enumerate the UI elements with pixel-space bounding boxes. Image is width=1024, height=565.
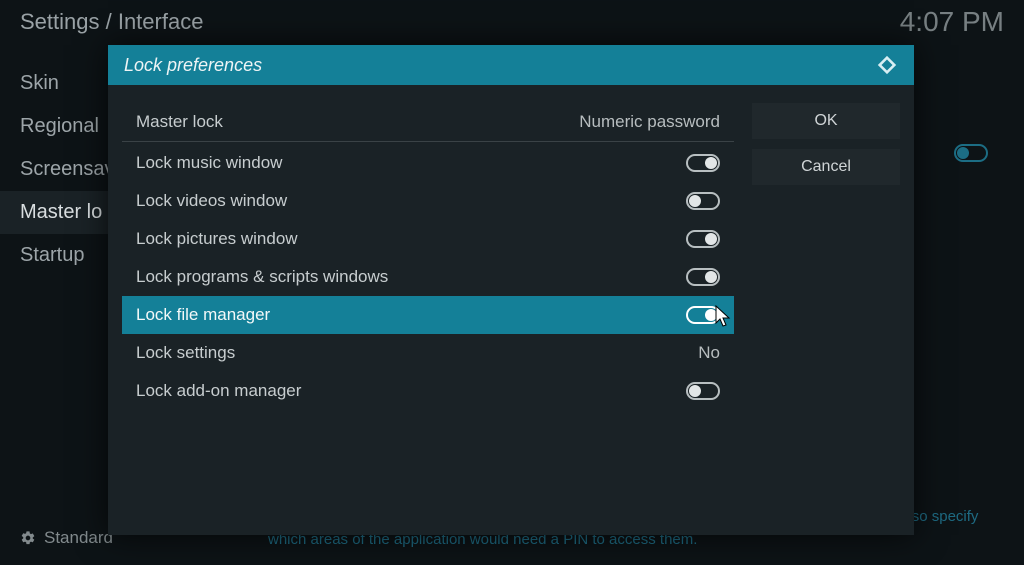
dialog-title: Lock preferences (124, 55, 262, 76)
setting-label: Lock settings (136, 343, 235, 363)
setting-lock-addon-manager[interactable]: Lock add-on manager (122, 372, 734, 410)
toggle-icon[interactable] (686, 382, 720, 400)
dialog-header: Lock preferences (108, 45, 914, 85)
setting-label: Master lock (136, 112, 223, 132)
setting-lock-videos[interactable]: Lock videos window (122, 182, 734, 220)
setting-lock-settings[interactable]: Lock settings No (122, 334, 734, 372)
settings-level-label: Standard (44, 528, 113, 548)
setting-label: Lock music window (136, 153, 282, 173)
lock-preferences-dialog: Lock preferences Master lock Numeric pas… (108, 45, 914, 535)
toggle-icon[interactable] (686, 230, 720, 248)
setting-label: Lock pictures window (136, 229, 298, 249)
setting-lock-file-manager[interactable]: Lock file manager (122, 296, 734, 334)
settings-list: Master lock Numeric password Lock music … (122, 103, 734, 521)
setting-value: Numeric password (579, 112, 720, 132)
toggle-icon[interactable] (686, 192, 720, 210)
setting-lock-programs[interactable]: Lock programs & scripts windows (122, 258, 734, 296)
setting-label: Lock file manager (136, 305, 270, 325)
setting-label: Lock videos window (136, 191, 287, 211)
kodi-logo-icon (876, 54, 898, 76)
setting-lock-pictures[interactable]: Lock pictures window (122, 220, 734, 258)
toggle-icon[interactable] (686, 268, 720, 286)
setting-master-lock[interactable]: Master lock Numeric password (122, 103, 734, 142)
setting-label: Lock programs & scripts windows (136, 267, 388, 287)
clock: 4:07 PM (900, 6, 1004, 38)
settings-level[interactable]: Standard (20, 528, 113, 548)
setting-value: No (698, 343, 720, 363)
setting-label: Lock add-on manager (136, 381, 301, 401)
breadcrumb: Settings / Interface (20, 9, 203, 35)
ok-button[interactable]: OK (752, 103, 900, 139)
background-toggle (954, 144, 988, 162)
cancel-button[interactable]: Cancel (752, 149, 900, 185)
setting-lock-music[interactable]: Lock music window (122, 144, 734, 182)
toggle-icon[interactable] (686, 154, 720, 172)
toggle-icon[interactable] (686, 306, 720, 324)
gear-icon (20, 530, 36, 546)
